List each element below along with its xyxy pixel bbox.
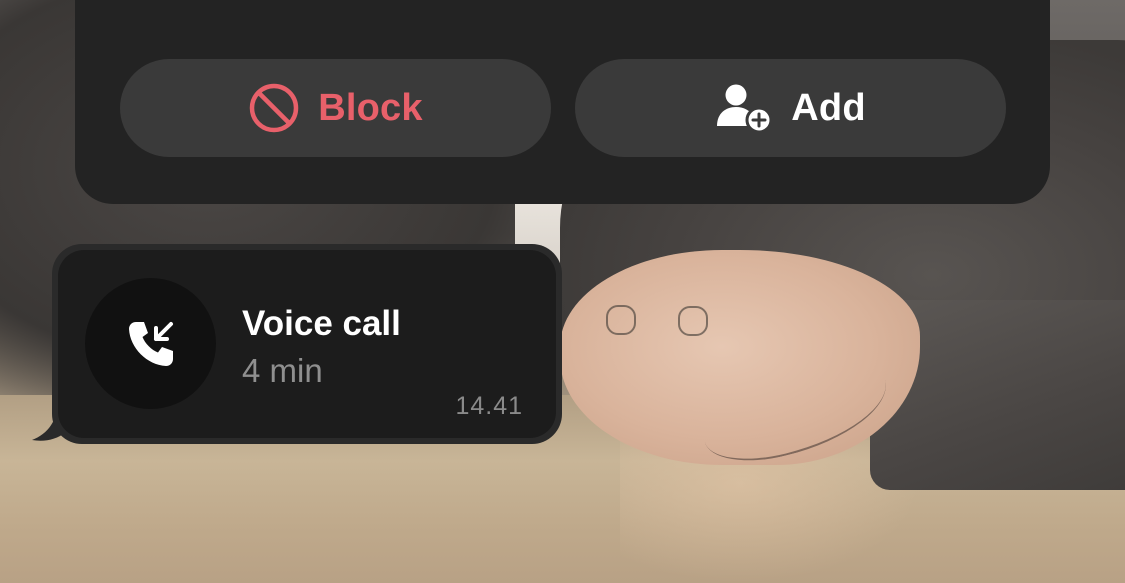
voice-call-message-body: Voice call 4 min 14.41 xyxy=(58,250,556,438)
block-button-label: Block xyxy=(318,86,423,129)
call-title: Voice call xyxy=(242,304,401,343)
contact-action-card: Block Add xyxy=(75,0,1050,204)
add-contact-button[interactable]: Add xyxy=(575,59,1006,157)
block-icon xyxy=(248,82,300,134)
call-duration: 4 min xyxy=(242,352,323,389)
block-button[interactable]: Block xyxy=(120,59,551,157)
background-finger-tattoo xyxy=(606,305,636,335)
add-user-icon xyxy=(715,82,773,134)
message-timestamp: 14.41 xyxy=(455,392,523,420)
voice-call-message[interactable]: Voice call 4 min 14.41 xyxy=(52,244,562,444)
call-back-button[interactable] xyxy=(85,278,216,409)
background-finger-tattoo xyxy=(678,306,708,336)
add-button-label: Add xyxy=(791,86,866,129)
incoming-call-icon xyxy=(123,316,179,372)
